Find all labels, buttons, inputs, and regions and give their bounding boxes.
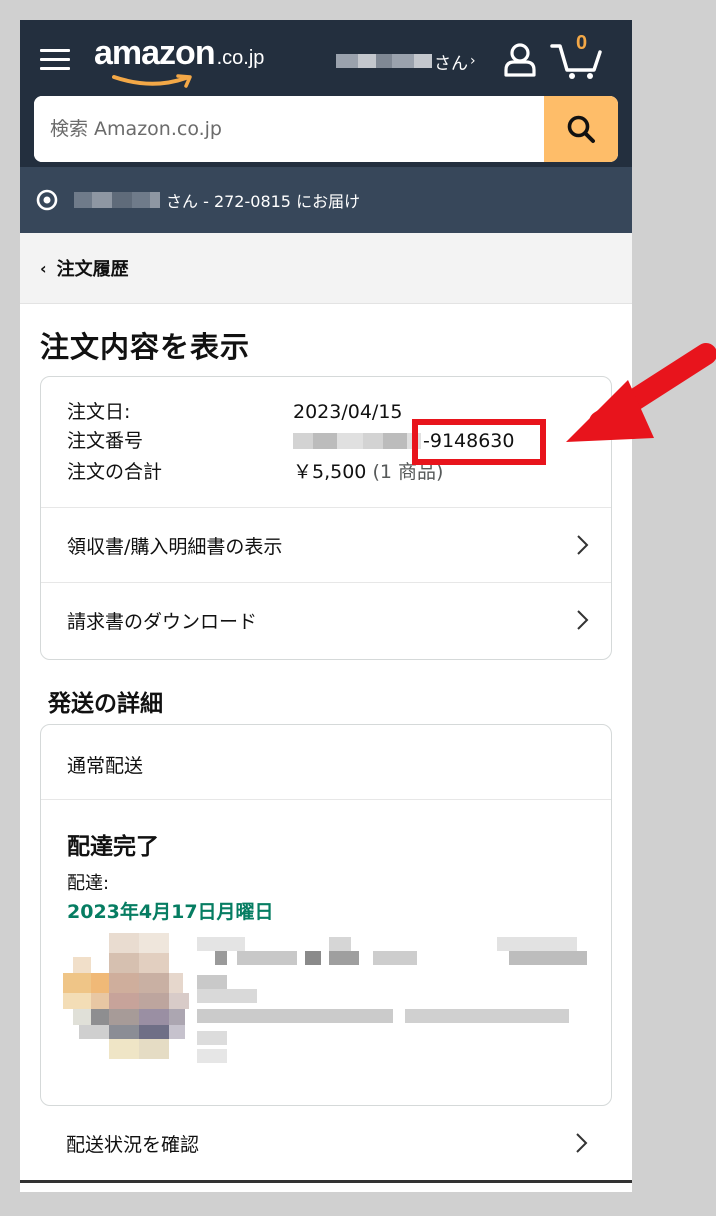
breadcrumb-label: 注文履歴 xyxy=(56,259,129,280)
order-total-row: 注文の合計 ￥5,500 (1 商品) xyxy=(67,461,443,483)
phone-screen: amazon .co.jp さん › 0 検索 Amazon.co.jp さん … xyxy=(20,20,632,1192)
logo-tld: .co.jp xyxy=(216,47,265,69)
redacted-account-name xyxy=(336,54,432,68)
search-input[interactable] xyxy=(34,96,544,162)
delivery-status: 配達完了 xyxy=(67,834,159,860)
delivery-text: さん - 272-0815 にお届け xyxy=(166,192,361,211)
chevron-right-icon xyxy=(576,1133,588,1153)
order-date-value: 2023/04/15 xyxy=(293,401,403,423)
shipment-card: 通常配送 配達完了 配達: 2023年4月17日月曜日 xyxy=(40,724,612,1106)
product-thumbnail-image[interactable] xyxy=(63,933,189,1061)
receipt-link[interactable]: 領収書/購入明細書の表示 xyxy=(41,508,611,583)
delivered-label: 配達: xyxy=(67,873,110,894)
redacted-recipient-name xyxy=(74,192,160,208)
track-package-label: 配送状況を確認 xyxy=(66,1133,200,1156)
order-date-row: 注文日: 2023/04/15 xyxy=(67,401,403,423)
order-number-label: 注文番号 xyxy=(67,430,144,452)
product-title-link[interactable] xyxy=(197,933,593,1073)
top-navigation-bar: amazon .co.jp さん › 0 xyxy=(20,20,632,186)
chevron-right-icon xyxy=(577,610,589,630)
breadcrumb[interactable]: ‹ 注文履歴 xyxy=(20,233,632,304)
back-chevron-icon: ‹ xyxy=(40,258,47,278)
search-bar xyxy=(34,96,618,162)
shipping-section-title: 発送の詳細 xyxy=(48,691,163,717)
delivered-date: 2023年4月17日月曜日 xyxy=(67,901,274,923)
shipping-method: 通常配送 xyxy=(41,725,611,800)
chevron-right-icon xyxy=(577,535,589,555)
invoice-download-link[interactable]: 請求書のダウンロード xyxy=(41,583,611,657)
account-suffix: さん xyxy=(434,53,468,74)
search-icon xyxy=(567,115,595,143)
order-total-amount: ￥5,500 xyxy=(293,461,367,483)
bottom-divider xyxy=(20,1180,632,1192)
user-icon[interactable] xyxy=(502,42,538,78)
location-pin-icon xyxy=(36,189,58,211)
page-title: 注文内容を表示 xyxy=(40,330,251,364)
order-number-highlight-box xyxy=(412,419,546,465)
logo-text: amazon xyxy=(94,34,216,72)
cart-count: 0 xyxy=(576,32,588,54)
shipping-method-label: 通常配送 xyxy=(67,755,144,777)
red-pointer-arrow-icon xyxy=(566,343,716,442)
receipt-link-label: 領収書/購入明細書の表示 xyxy=(67,535,283,558)
cart-button[interactable]: 0 xyxy=(550,32,606,80)
amazon-logo[interactable]: amazon .co.jp xyxy=(94,34,265,88)
order-number-row: 注文番号 -9148630 xyxy=(67,430,514,452)
order-total-label: 注文の合計 xyxy=(67,461,163,483)
delivery-location-bar[interactable]: さん - 272-0815 にお届け xyxy=(20,167,632,233)
smile-arrow-icon xyxy=(112,74,192,88)
redacted-order-number xyxy=(293,433,421,449)
invoice-link-label: 請求書のダウンロード xyxy=(67,610,258,633)
account-link[interactable]: さん › xyxy=(336,50,476,74)
hamburger-menu-icon[interactable] xyxy=(40,47,72,71)
search-button[interactable] xyxy=(544,96,618,162)
track-package-link[interactable]: 配送状況を確認 xyxy=(40,1106,610,1181)
order-date-label: 注文日: xyxy=(67,401,131,423)
account-caret-icon: › xyxy=(470,53,476,69)
